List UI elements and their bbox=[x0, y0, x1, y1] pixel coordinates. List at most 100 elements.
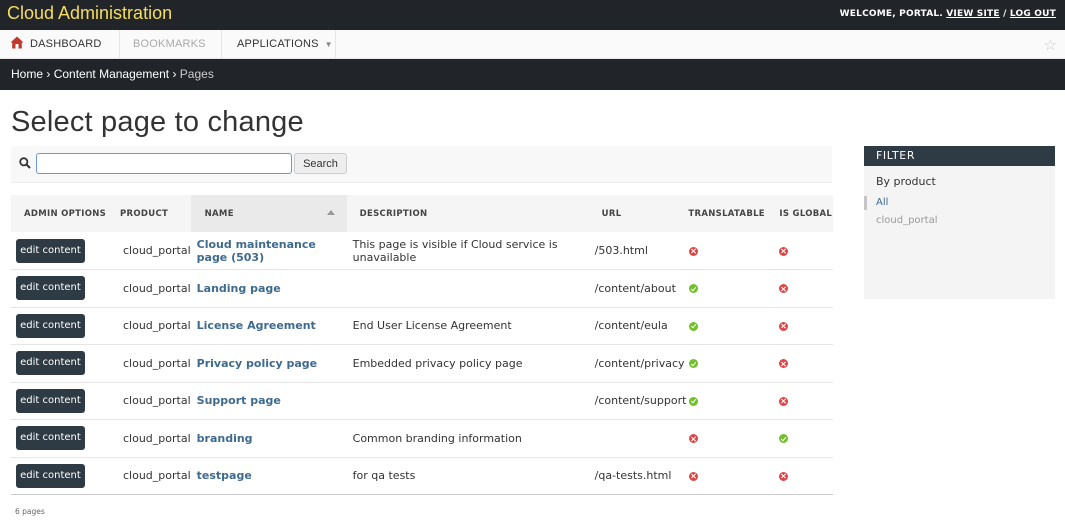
page-name-link[interactable]: License Agreement bbox=[197, 319, 316, 332]
filter-option-cloud-portal[interactable]: cloud_portal bbox=[876, 215, 937, 226]
page-title: Select page to change bbox=[11, 106, 304, 138]
edit-content-button[interactable]: edit content bbox=[16, 276, 85, 301]
column-is-global[interactable]: IS GLOBAL bbox=[779, 195, 833, 232]
breadcrumb-separator: › bbox=[46, 67, 51, 81]
star-icon[interactable]: ☆ bbox=[1044, 36, 1057, 54]
cross-icon bbox=[779, 471, 789, 481]
is-global-cell bbox=[779, 307, 833, 345]
edit-content-button[interactable]: edit content bbox=[16, 388, 85, 413]
description-cell bbox=[347, 270, 593, 308]
translatable-cell bbox=[686, 457, 779, 495]
admin-options-cell: edit content bbox=[11, 457, 107, 495]
cross-icon bbox=[779, 284, 789, 294]
description-cell: Embedded privacy policy page bbox=[352, 356, 523, 370]
product-cell: cloud_portal bbox=[123, 431, 191, 445]
name-cell: Landing page bbox=[191, 270, 347, 308]
user-tools: WELCOME, PORTAL. VIEW SITE / LOG OUT bbox=[840, 9, 1056, 19]
description-cell: Common branding information bbox=[352, 431, 522, 445]
table-row: edit content cloud_portal Privacy policy p… bbox=[11, 345, 833, 383]
cross-icon bbox=[779, 321, 789, 331]
cross-icon bbox=[689, 471, 699, 481]
check-icon bbox=[779, 434, 789, 444]
description-cell: End User License Agreement bbox=[352, 319, 512, 333]
breadcrumb-separator: › bbox=[172, 67, 177, 81]
product-cell: cloud_portal bbox=[123, 469, 191, 483]
product-cell: cloud_portal bbox=[123, 319, 191, 333]
is-global-cell bbox=[779, 270, 833, 308]
url-cell: /503.html bbox=[594, 244, 648, 257]
nav-applications-label: APPLICATIONS bbox=[237, 38, 319, 50]
is-global-cell bbox=[779, 457, 833, 495]
nav-bookmarks[interactable]: BOOKMARKS bbox=[120, 30, 222, 58]
admin-options-cell: edit content bbox=[11, 307, 107, 345]
page-name-link[interactable]: Landing page bbox=[197, 282, 281, 295]
edit-content-button[interactable]: edit content bbox=[16, 313, 85, 338]
main-nav: DASHBOARD BOOKMARKS APPLICATIONS ▼ ☆ bbox=[0, 30, 1065, 59]
is-global-cell bbox=[779, 382, 833, 420]
site-brand[interactable]: Cloud Administration bbox=[7, 3, 172, 24]
check-icon bbox=[689, 396, 699, 406]
view-site-link[interactable]: VIEW SITE bbox=[946, 9, 999, 19]
breadcrumb-content-management[interactable]: Content Management bbox=[54, 67, 169, 81]
product-cell: cloud_portal bbox=[123, 394, 191, 408]
page-name-link[interactable]: Privacy policy page bbox=[197, 357, 318, 370]
edit-content-button[interactable]: edit content bbox=[16, 463, 85, 488]
page-name-link[interactable]: Support page bbox=[197, 394, 281, 407]
edit-content-button[interactable]: edit content bbox=[16, 238, 85, 263]
sort-ascending-icon[interactable] bbox=[326, 210, 335, 215]
name-cell: Cloud maintenance page (503) bbox=[191, 232, 347, 270]
breadcrumb-home[interactable]: Home bbox=[11, 67, 43, 81]
breadcrumb-current: Pages bbox=[179, 67, 214, 81]
filter-panel: FILTER By product All cloud_portal bbox=[864, 146, 1055, 299]
filter-title: FILTER bbox=[864, 146, 1055, 166]
cross-icon bbox=[779, 396, 789, 406]
description-cell bbox=[347, 382, 593, 420]
header-bar: Cloud Administration WELCOME, PORTAL. VI… bbox=[0, 0, 1065, 30]
chevron-down-icon: ▼ bbox=[324, 40, 333, 49]
search-input[interactable] bbox=[36, 153, 292, 174]
translatable-cell bbox=[686, 232, 779, 270]
is-global-cell bbox=[779, 232, 833, 270]
breadcrumb: Home › Content Management › Pages bbox=[0, 59, 1065, 90]
filter-by-product-heading: By product bbox=[876, 175, 936, 188]
admin-options-cell: edit content bbox=[11, 420, 107, 458]
page-name-link[interactable]: branding bbox=[197, 432, 253, 445]
name-cell: Support page bbox=[191, 382, 347, 420]
product-cell: cloud_portal bbox=[123, 281, 191, 295]
cross-icon bbox=[779, 246, 789, 256]
column-admin-options: ADMIN OPTIONS bbox=[24, 209, 107, 219]
column-name-label: NAME bbox=[204, 209, 234, 219]
cross-icon bbox=[689, 434, 699, 444]
translatable-cell bbox=[686, 345, 779, 383]
url-cell: /content/privacy bbox=[594, 356, 685, 370]
table-row: edit content cloud_portal License Agreemen… bbox=[11, 307, 833, 345]
page-name-link[interactable]: testpage bbox=[197, 469, 252, 482]
search-button[interactable]: Search bbox=[294, 153, 347, 174]
page-name-link[interactable]: Cloud maintenance page (503) bbox=[197, 238, 316, 264]
edit-content-button[interactable]: edit content bbox=[16, 351, 85, 376]
table-row: edit content cloud_portal Support page/con… bbox=[11, 382, 833, 420]
column-url[interactable]: URL bbox=[593, 195, 687, 232]
welcome-text: WELCOME, PORTAL. bbox=[839, 9, 943, 19]
nav-dashboard-label: DASHBOARD bbox=[30, 38, 102, 50]
nav-applications[interactable]: APPLICATIONS ▼ bbox=[222, 30, 336, 58]
nav-dashboard[interactable]: DASHBOARD bbox=[0, 30, 120, 58]
description-cell: for qa tests bbox=[352, 469, 416, 483]
cross-icon bbox=[779, 359, 789, 369]
url-cell: /content/support bbox=[594, 394, 687, 408]
url-cell bbox=[593, 420, 687, 458]
pages-table: ADMIN OPTIONS PRODUCT NAME DESCRIPTION U… bbox=[11, 195, 833, 495]
column-name[interactable]: NAME bbox=[190, 195, 347, 232]
product-cell: cloud_portal bbox=[123, 356, 191, 370]
table-row: edit content cloud_portal testpage for qa t… bbox=[11, 457, 833, 495]
column-product[interactable]: PRODUCT bbox=[107, 195, 191, 232]
log-out-link[interactable]: LOG OUT bbox=[1010, 9, 1056, 19]
column-translatable[interactable]: TRANSLATABLE bbox=[686, 195, 779, 232]
check-icon bbox=[689, 284, 699, 294]
filter-option-all[interactable]: All bbox=[864, 196, 888, 210]
translatable-cell bbox=[686, 270, 779, 308]
url-cell: /content/eula bbox=[594, 319, 668, 333]
description-cell: This page is visible if Cloud service is… bbox=[352, 237, 558, 264]
column-description[interactable]: DESCRIPTION bbox=[347, 195, 593, 232]
edit-content-button[interactable]: edit content bbox=[16, 426, 85, 451]
